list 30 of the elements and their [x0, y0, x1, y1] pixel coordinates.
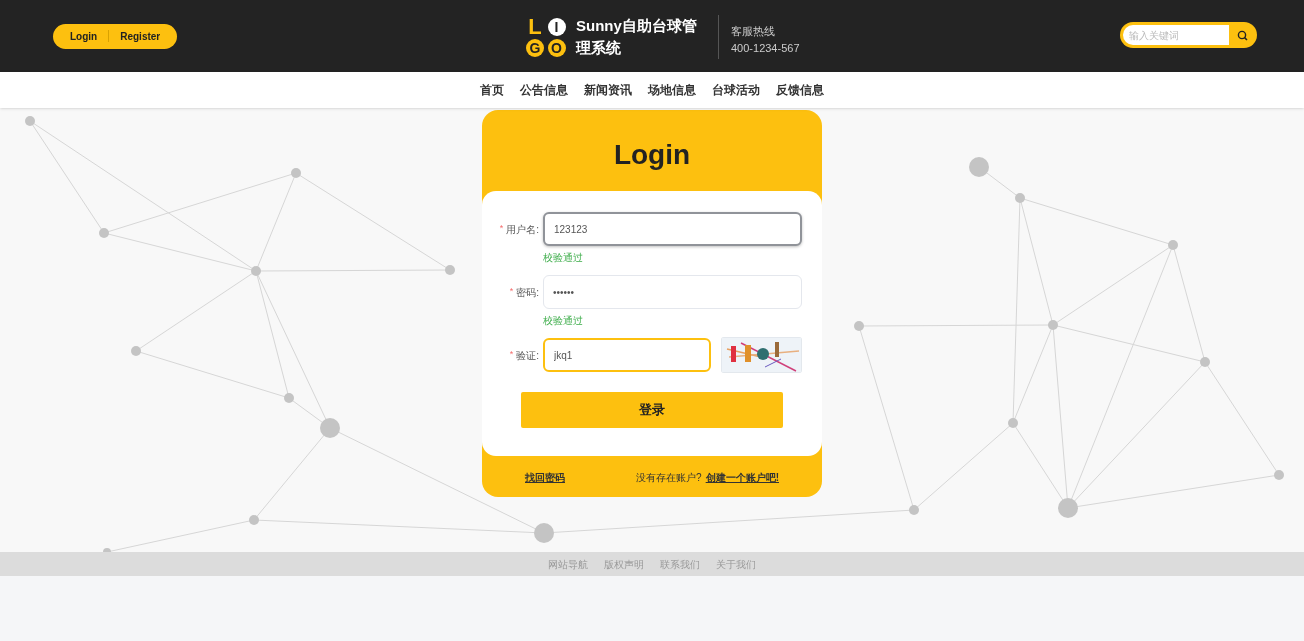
nav-link[interactable]: 反馈信息	[776, 81, 824, 99]
validation-message: 校验通过	[543, 314, 584, 328]
hotline-number: 400-1234-567	[731, 41, 800, 56]
password-field[interactable]: ••••••	[543, 275, 802, 309]
required-mark: *	[499, 221, 504, 235]
nav-link[interactable]: 新闻资讯	[584, 81, 632, 99]
signup-prompt: 没有存在账户?	[636, 471, 702, 485]
login-button[interactable]: 登录	[521, 392, 783, 428]
field-label: 用户名:	[506, 222, 539, 237]
nav-link[interactable]: 台球活动	[712, 81, 760, 99]
auth-link[interactable]: Login	[59, 24, 109, 48]
nav-link[interactable]: 场地信息	[648, 81, 696, 99]
nav-link[interactable]: 首页	[480, 81, 504, 99]
nav-link[interactable]: 公告信息	[520, 81, 568, 99]
signup-link[interactable]: 创建一个账户吧!	[705, 470, 779, 485]
auth-link[interactable]: Register	[109, 24, 172, 48]
site-title: Sunny自助台球管理系统	[576, 16, 698, 58]
required-mark: *	[509, 284, 514, 298]
logo: L I G O	[526, 17, 566, 57]
search-field[interactable]: 输入关键词	[1123, 25, 1229, 45]
forgot-password-link[interactable]: 找回密码	[525, 470, 565, 485]
captcha-field[interactable]: jkq1	[543, 338, 711, 372]
field-label: 验证:	[516, 348, 539, 363]
search-icon[interactable]	[1237, 29, 1248, 41]
login-title: Login	[612, 138, 692, 172]
required-mark: *	[509, 347, 514, 361]
username-field[interactable]: 123123	[543, 212, 802, 246]
validation-message: 校验通过	[543, 251, 584, 265]
field-label: 密码:	[516, 285, 539, 300]
hotline-label: 客服热线	[731, 24, 776, 39]
